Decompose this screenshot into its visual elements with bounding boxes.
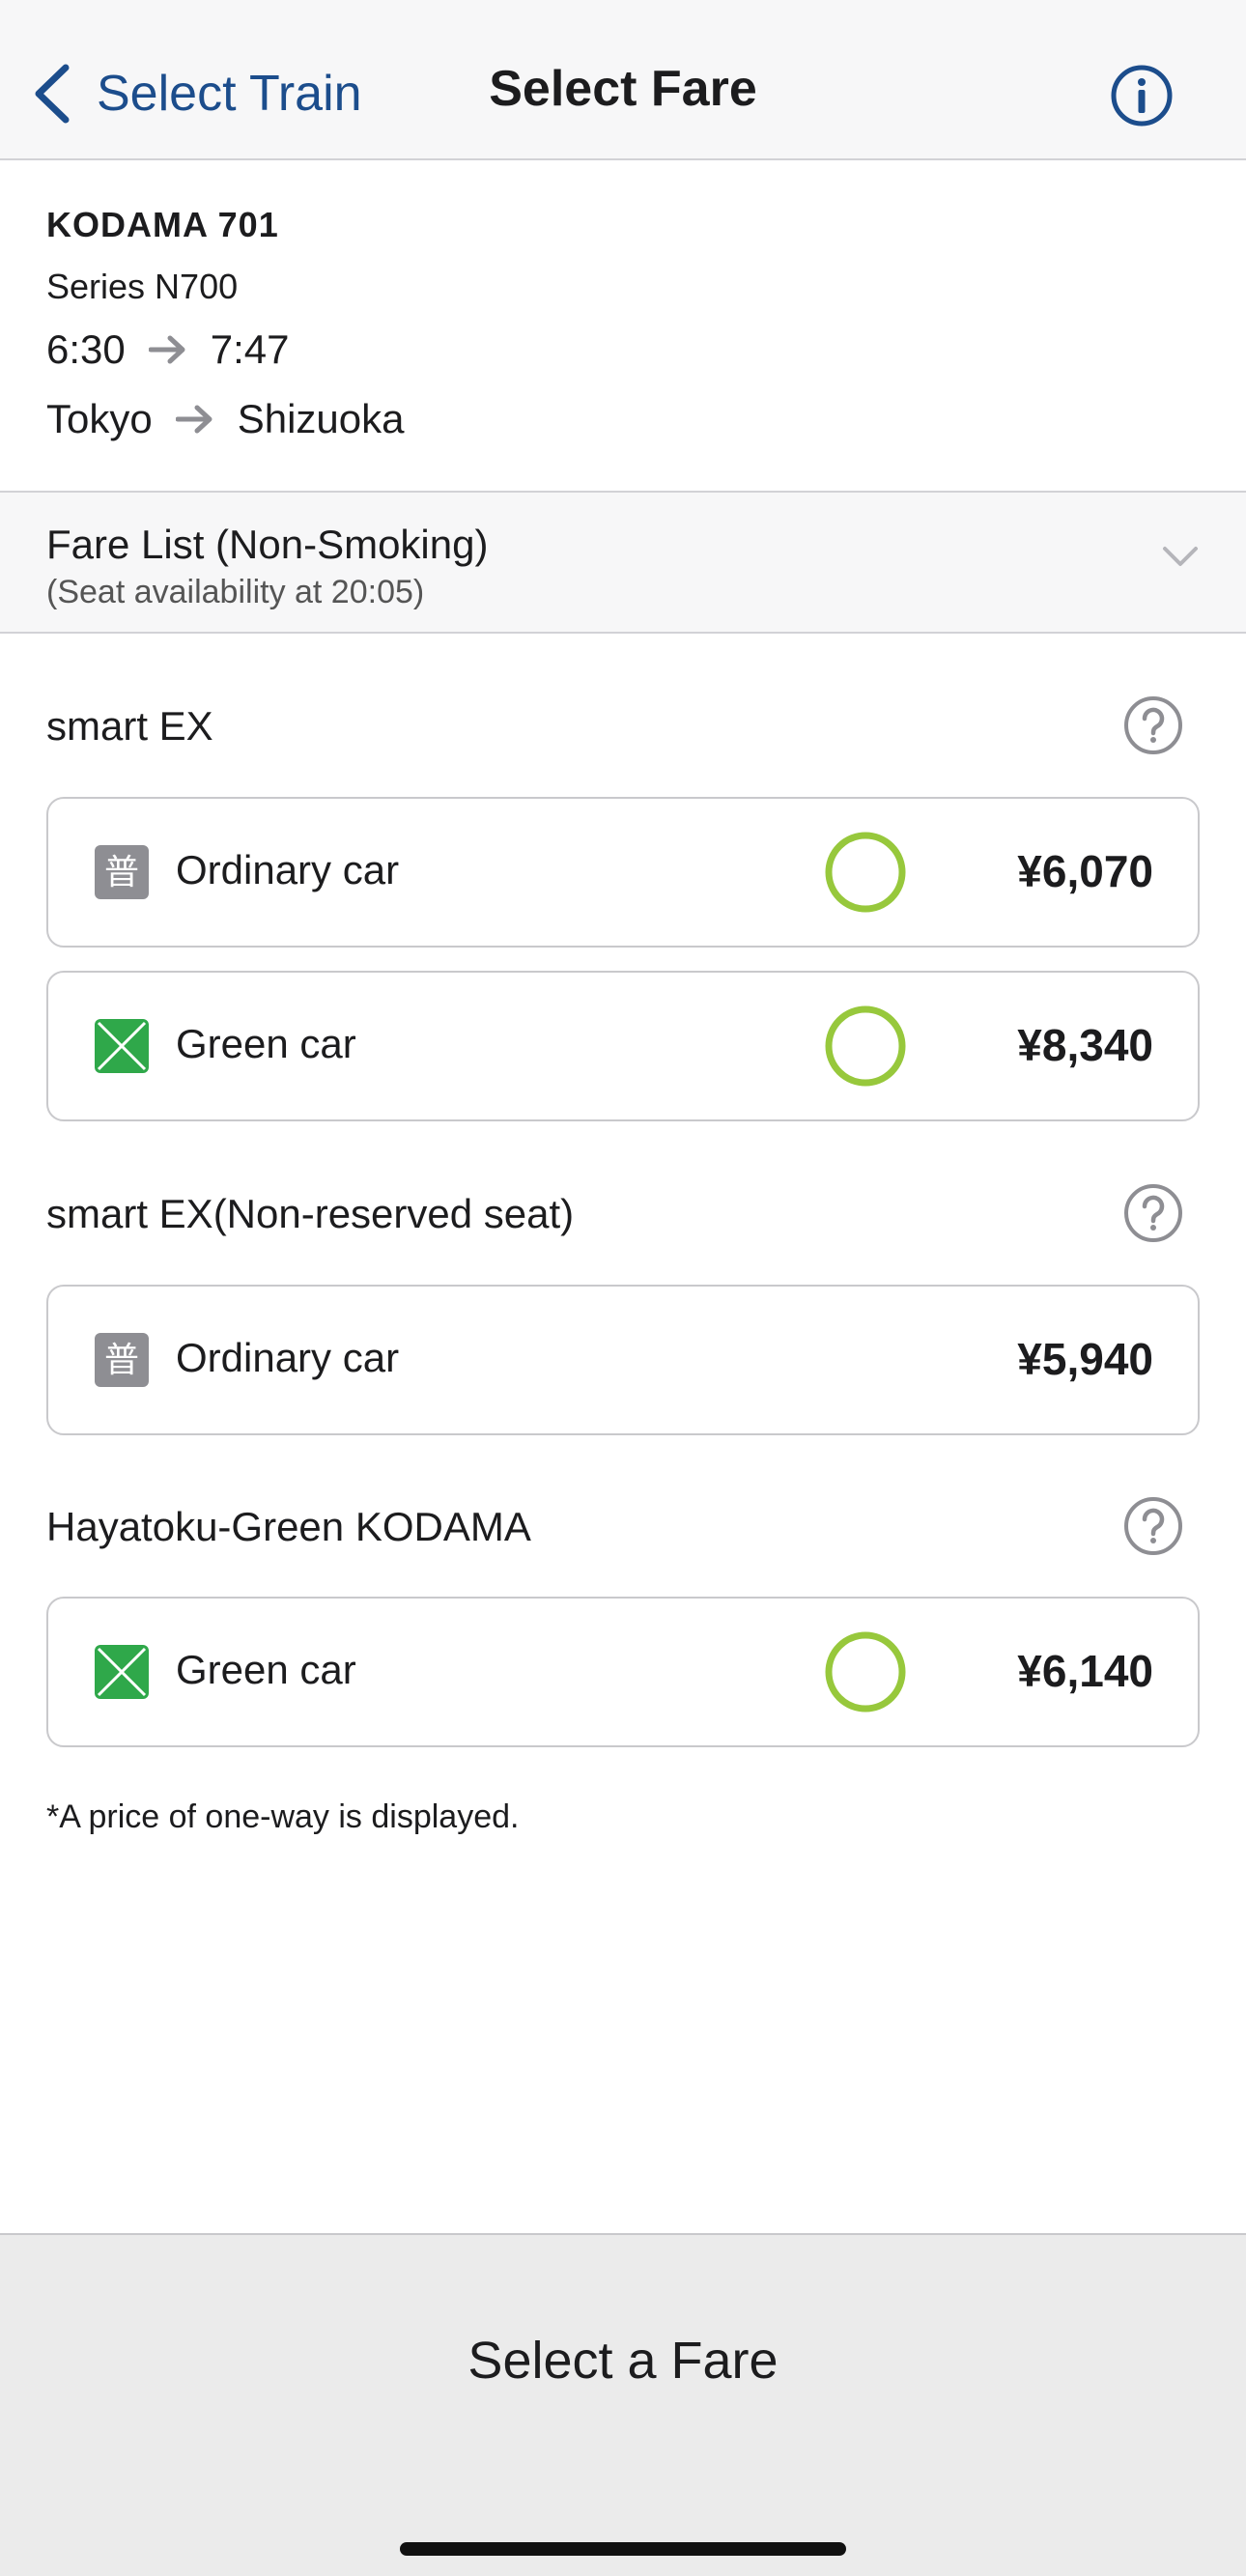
price-note: *A price of one-way is displayed.: [46, 1798, 520, 1835]
arrival-time: 7:47: [210, 326, 290, 372]
seat-available-circle-icon: [825, 1005, 906, 1087]
info-icon[interactable]: [1110, 64, 1174, 127]
car-type-label: Ordinary car: [176, 1335, 400, 1380]
train-stations: Tokyo Shizuoka: [46, 396, 1205, 442]
svg-text:普: 普: [104, 853, 139, 892]
fare-price: ¥6,140: [1017, 1646, 1153, 1696]
fare-list-header[interactable]: Fare List (Non-Smoking) (Seat availabili…: [0, 491, 1246, 634]
fare-price: ¥5,940: [1017, 1334, 1153, 1384]
section-title-smart-ex-non-reserved: smart EX(Non-reserved seat): [46, 1191, 575, 1236]
fare-row-smart-ex-ordinary[interactable]: 普 Ordinary car ¥6,070: [46, 797, 1200, 948]
seat-available-circle-icon: [825, 1631, 906, 1713]
green-car-icon: [95, 1019, 149, 1073]
page: Select Train Select Fare KODAMA 701 Seri…: [0, 0, 1246, 2576]
chevron-left-icon: [35, 64, 70, 124]
seat-available-circle-icon: [825, 832, 906, 913]
help-icon[interactable]: [1123, 1183, 1183, 1243]
select-fare-button[interactable]: Select a Fare: [0, 2235, 1246, 2486]
train-times: 6:30 7:47: [46, 326, 1205, 373]
fare-row-hayatoku-green[interactable]: Green car ¥6,140: [46, 1597, 1200, 1747]
navigation-bar: Select Train Select Fare: [0, 0, 1246, 160]
train-summary: KODAMA 701 Series N700 6:30 7:47 Tokyo S…: [46, 205, 1205, 442]
fare-price: ¥8,340: [1017, 1020, 1153, 1070]
back-button[interactable]: Select Train: [33, 60, 362, 127]
help-icon[interactable]: [1123, 1496, 1183, 1556]
help-icon[interactable]: [1123, 695, 1183, 755]
chevron-down-icon: [1163, 547, 1198, 566]
train-name: KODAMA 701: [46, 205, 279, 244]
ordinary-car-icon: 普: [95, 1333, 149, 1387]
car-type-label: Green car: [176, 1647, 356, 1692]
bottom-bar: Select a Fare: [0, 2233, 1246, 2576]
fare-row-non-reserved-ordinary[interactable]: 普 Ordinary car ¥5,940: [46, 1285, 1200, 1435]
section-title-hayatoku-green-kodama: Hayatoku-Green KODAMA: [46, 1504, 531, 1549]
back-button-label: Select Train: [97, 66, 362, 122]
fare-row-smart-ex-green[interactable]: Green car ¥8,340: [46, 971, 1200, 1121]
fare-list-title: Fare List (Non-Smoking): [46, 522, 489, 567]
arrow-right-icon: [175, 405, 212, 434]
fare-price: ¥6,070: [1017, 846, 1153, 896]
arrival-station: Shizuoka: [237, 396, 405, 441]
green-car-icon: [95, 1645, 149, 1699]
car-type-label: Green car: [176, 1021, 356, 1066]
ordinary-car-icon: 普: [95, 845, 149, 899]
section-title-smart-ex: smart EX: [46, 703, 213, 749]
departure-time: 6:30: [46, 326, 126, 372]
departure-station: Tokyo: [46, 396, 153, 441]
home-indicator[interactable]: [400, 2542, 846, 2556]
train-series: Series N700: [46, 267, 239, 306]
seat-availability-time: (Seat availability at 20:05): [46, 574, 425, 610]
car-type-label: Ordinary car: [176, 847, 400, 892]
arrow-right-icon: [148, 335, 185, 364]
svg-text:普: 普: [104, 1341, 139, 1380]
